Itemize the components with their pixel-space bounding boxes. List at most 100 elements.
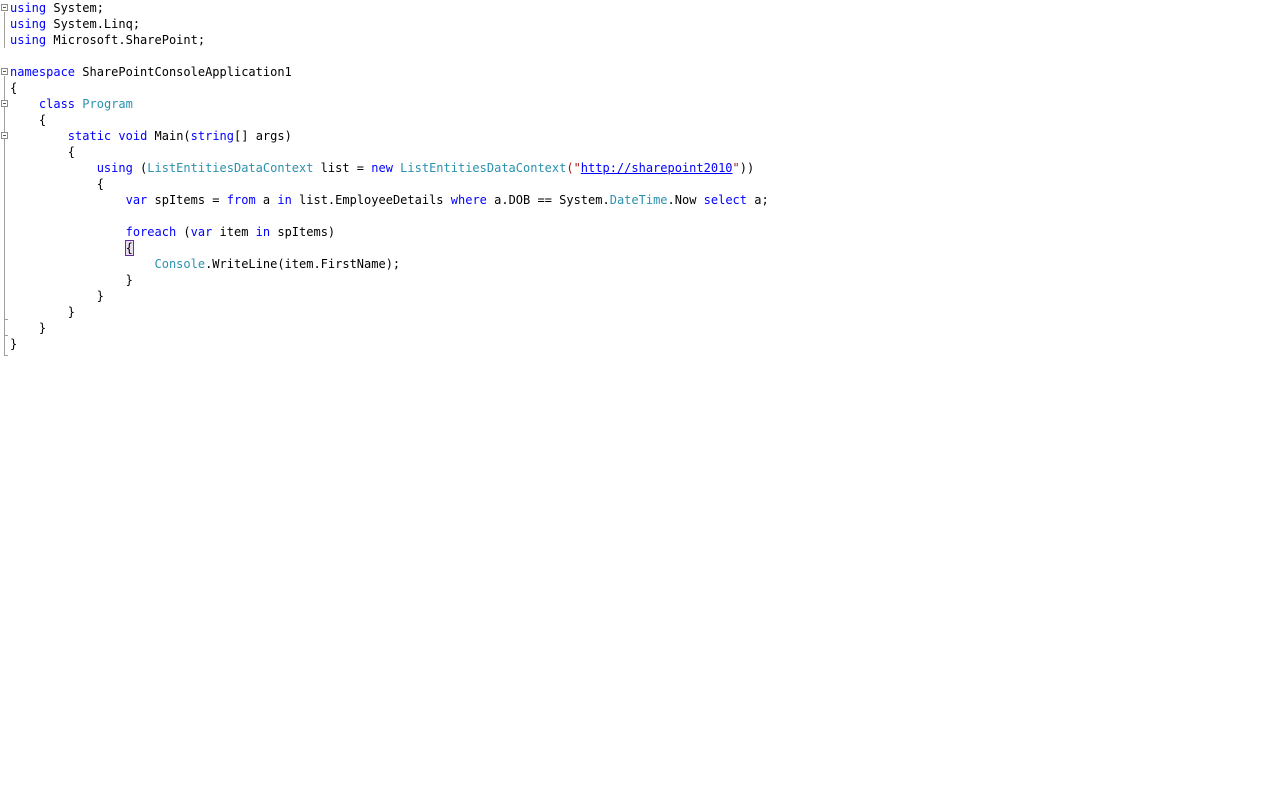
code-line[interactable]: using System; — [10, 0, 769, 16]
code-token: list = — [313, 161, 372, 175]
code-token: a.DOB == System. — [486, 193, 610, 207]
code-token: { — [67, 145, 76, 159]
collapse-outline-icon[interactable] — [1, 100, 8, 107]
type-token: ListEntitiesDataContext — [400, 161, 567, 175]
keyword-token: from — [226, 193, 256, 207]
keyword-token: using — [10, 1, 47, 15]
code-token: list.EmployeeDetails — [291, 193, 451, 207]
type-token: ListEntitiesDataContext — [147, 161, 314, 175]
keyword-token: in — [255, 225, 271, 239]
code-token: .WriteLine(item.FirstName); — [205, 257, 401, 271]
code-line[interactable]: } — [10, 336, 769, 352]
code-line[interactable]: using Microsoft.SharePoint; — [10, 32, 769, 48]
collapse-outline-icon[interactable] — [1, 68, 8, 75]
keyword-token: new — [371, 161, 393, 175]
code-line[interactable] — [10, 48, 769, 64]
outline-end-tick — [4, 335, 8, 336]
keyword-token: static — [67, 129, 112, 143]
code-line[interactable]: } — [10, 272, 769, 288]
outline-line — [4, 76, 5, 356]
keyword-token: foreach — [125, 225, 177, 239]
keyword-token: namespace — [10, 65, 76, 79]
code-token: } — [96, 289, 104, 303]
keyword-token: where — [450, 193, 487, 207]
type-token: Program — [82, 97, 133, 111]
code-token: a — [255, 193, 278, 207]
code-token: spItems = — [147, 193, 227, 207]
code-line[interactable]: Console.WriteLine(item.FirstName); — [10, 256, 769, 272]
code-line[interactable]: { — [10, 144, 769, 160]
code-editor[interactable]: using System; using System.Linq; using Mic… — [0, 0, 1280, 800]
code-line[interactable] — [10, 208, 769, 224]
keyword-token: string — [190, 129, 235, 143]
code-line[interactable]: foreach (var item in spItems) — [10, 224, 769, 240]
code-line[interactable]: namespace SharePointConsoleApplication1 — [10, 64, 769, 80]
code-token: } — [125, 273, 133, 287]
code-token: )) — [739, 161, 755, 175]
code-line[interactable]: static void Main(string[] args) — [10, 128, 769, 144]
code-token: { — [96, 177, 104, 191]
keyword-token: var — [125, 193, 148, 207]
keyword-token: class — [38, 97, 76, 111]
outline-line — [4, 12, 5, 48]
code-line[interactable]: } — [10, 288, 769, 304]
outline-end-tick — [4, 319, 8, 320]
keyword-token: using — [10, 17, 47, 31]
code-token: Microsoft.SharePoint; — [46, 33, 206, 47]
code-line[interactable]: using System.Linq; — [10, 16, 769, 32]
code-token: { — [10, 81, 18, 95]
keyword-token: select — [703, 193, 747, 207]
keyword-token: void — [118, 129, 148, 143]
url-link[interactable]: http://sharepoint2010 — [581, 161, 733, 175]
code-line[interactable]: } — [10, 304, 769, 320]
code-line[interactable]: { — [10, 176, 769, 192]
outline-gutter — [0, 0, 9, 360]
keyword-token: var — [190, 225, 213, 239]
code-token: a; — [747, 193, 769, 207]
code-line[interactable]: using (ListEntitiesDataContext list = ne… — [10, 160, 769, 176]
code-line[interactable]: { — [10, 112, 769, 128]
collapse-outline-icon[interactable] — [1, 132, 8, 139]
string-token: (" — [566, 161, 581, 175]
code-token: SharePointConsoleApplication1 — [75, 65, 292, 79]
code-token: ( — [132, 161, 148, 175]
code-token: [] args) — [234, 129, 292, 143]
code-line[interactable]: { — [10, 80, 769, 96]
code-token: } — [10, 337, 18, 351]
code-token: System; — [46, 1, 104, 15]
code-token: System.Linq; — [46, 17, 141, 31]
code-token: { — [38, 113, 47, 127]
code-line[interactable]: } — [10, 320, 769, 336]
code-token: Main( — [147, 129, 191, 143]
code-lines[interactable]: using System; using System.Linq; using Mic… — [10, 0, 769, 352]
type-token: Console — [154, 257, 206, 271]
code-token: ( — [176, 225, 191, 239]
code-line[interactable]: class Program — [10, 96, 769, 112]
code-token: spItems) — [270, 225, 336, 239]
keyword-token: using — [96, 161, 133, 175]
string-token: " — [732, 161, 740, 175]
collapse-outline-icon[interactable] — [1, 4, 8, 11]
highlighted-brace: { — [124, 240, 134, 256]
code-token: } — [38, 321, 47, 335]
code-token: item — [212, 225, 256, 239]
code-line[interactable]: var spItems = from a in list.EmployeeDet… — [10, 192, 769, 208]
outline-end-tick — [4, 355, 8, 356]
type-token: DateTime — [609, 193, 668, 207]
code-token: .Now — [667, 193, 704, 207]
keyword-token: using — [10, 33, 47, 47]
code-line[interactable]: { — [10, 240, 769, 256]
